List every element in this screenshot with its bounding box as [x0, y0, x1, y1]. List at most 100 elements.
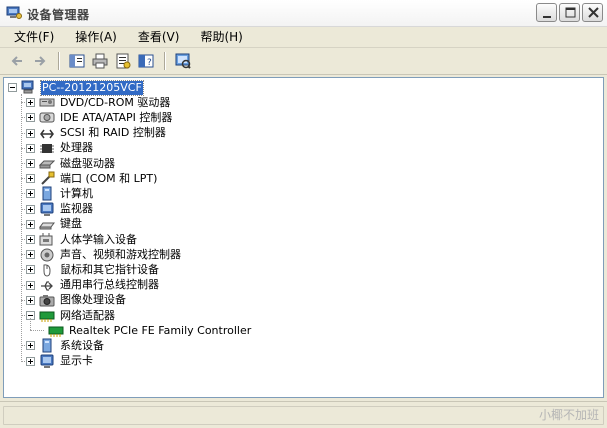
network-card-icon [48, 323, 64, 338]
tree-item-label: 系统设备 [60, 338, 104, 352]
expand-toggle[interactable] [26, 265, 35, 275]
menu-help[interactable]: 帮助(H) [194, 28, 248, 46]
tree-item-processor[interactable]: 处理器 [26, 141, 94, 156]
menu-view[interactable]: 查看(V) [132, 28, 186, 46]
close-button[interactable] [582, 3, 603, 22]
expand-toggle[interactable] [26, 356, 35, 366]
tree-item-ide-controller[interactable]: IDE ATA/ATAPI 控制器 [26, 110, 173, 125]
tree-item-scsi-controller[interactable]: SCSI 和 RAID 控制器 [26, 126, 167, 141]
tree-item-label: SCSI 和 RAID 控制器 [60, 126, 166, 140]
status-pane [3, 406, 604, 425]
computer-root-icon [21, 80, 37, 95]
tree-item-port[interactable]: 端口 (COM 和 LPT) [26, 171, 158, 186]
expand-toggle[interactable] [26, 250, 35, 260]
minimize-button[interactable] [536, 3, 557, 22]
tree-item-network-card[interactable]: Realtek PCIe FE Family Controller [48, 323, 252, 338]
sound-icon [39, 247, 55, 262]
show-hide-tree-icon [69, 54, 85, 68]
scsi-controller-icon [39, 126, 55, 141]
tree-item-label: 键盘 [60, 217, 82, 231]
hid-icon [39, 232, 55, 247]
help-icon: ? [138, 54, 154, 68]
device-manager-window: 设备管理器 文件(F) 操作(A) 查看(V) 帮助(H) ? PC--2012… [0, 0, 607, 428]
tree-item-label: 鼠标和其它指针设备 [60, 262, 159, 276]
tree-item-imaging[interactable]: 图像处理设备 [26, 293, 127, 308]
tree-item-label: 通用串行总线控制器 [60, 278, 159, 292]
back-button[interactable] [6, 50, 28, 72]
forward-icon [35, 56, 46, 66]
tree-connector-line [30, 318, 31, 331]
expand-toggle[interactable] [26, 341, 35, 351]
device-tree[interactable]: PC--20121205VCF DVD/CD-ROM 驱动器 IDE ATA/ATA… [3, 77, 604, 398]
expand-toggle[interactable] [26, 174, 35, 184]
expand-toggle[interactable] [26, 280, 35, 290]
scan-hardware-icon [175, 53, 191, 69]
status-bar: 小椰不加班 [0, 401, 607, 428]
tree-item-network-adapter[interactable]: 网络适配器 [26, 308, 116, 323]
title-bar[interactable]: 设备管理器 [0, 0, 607, 27]
back-icon [11, 56, 22, 66]
expand-toggle[interactable] [26, 204, 35, 214]
computer-icon [39, 186, 55, 201]
help-button[interactable]: ? [135, 50, 157, 72]
tree-item-computer[interactable]: 计算机 [26, 186, 94, 201]
keyboard-icon [39, 217, 55, 232]
tree-item-monitor[interactable]: 监视器 [26, 202, 94, 217]
mouse-icon [39, 262, 55, 277]
tree-item-system-device[interactable]: 系统设备 [26, 338, 105, 353]
tree-item-label: 声音、视频和游戏控制器 [60, 247, 181, 261]
tree-item-mouse[interactable]: 鼠标和其它指针设备 [26, 262, 160, 277]
properties-icon [116, 53, 131, 69]
expand-toggle[interactable] [26, 113, 35, 123]
maximize-icon [565, 7, 576, 18]
expand-toggle[interactable] [26, 219, 35, 229]
tree-item-label: 网络适配器 [60, 308, 115, 322]
tree-item-label: 人体学输入设备 [60, 232, 137, 246]
toolbar-separator [164, 52, 166, 70]
tree-item-keyboard[interactable]: 键盘 [26, 217, 83, 232]
tree-item-disk-drive[interactable]: 磁盘驱动器 [26, 156, 116, 171]
tree-item-sound[interactable]: 声音、视频和游戏控制器 [26, 247, 182, 262]
tree-item-label: 计算机 [60, 186, 93, 200]
tree-connector-branch [30, 330, 44, 332]
scan-hardware-button[interactable] [172, 50, 194, 72]
tree-root-computer[interactable]: PC--20121205VCF [8, 79, 144, 96]
print-button[interactable] [89, 50, 111, 72]
expand-toggle[interactable] [26, 295, 35, 305]
tree-item-label: 显示卡 [60, 354, 93, 368]
tree-item-label: 图像处理设备 [60, 293, 126, 307]
maximize-button[interactable] [559, 3, 580, 22]
menu-action[interactable]: 操作(A) [69, 28, 123, 46]
collapse-toggle[interactable] [8, 83, 17, 92]
expand-toggle[interactable] [26, 143, 35, 153]
forward-button[interactable] [29, 50, 51, 72]
tree-item-dvd-drive[interactable]: DVD/CD-ROM 驱动器 [26, 95, 171, 110]
close-icon [588, 7, 599, 18]
toolbar: ? [0, 48, 607, 75]
tree-item-label: 监视器 [60, 202, 93, 216]
tree-item-label: 端口 (COM 和 LPT) [60, 171, 158, 185]
expand-toggle[interactable] [26, 235, 35, 244]
tree-item-display-adapter[interactable]: 显示卡 [26, 354, 94, 369]
port-icon [39, 171, 55, 186]
expand-toggle[interactable] [26, 159, 35, 168]
processor-icon [39, 141, 55, 156]
menu-file[interactable]: 文件(F) [8, 28, 60, 46]
watermark: 小椰不加班 [538, 408, 599, 422]
expand-toggle[interactable] [26, 189, 35, 199]
expand-toggle[interactable] [26, 98, 35, 108]
tree-item-label: IDE ATA/ATAPI 控制器 [60, 110, 173, 124]
usb-icon [39, 278, 55, 293]
display-adapter-icon [39, 354, 55, 369]
tree-item-label: 处理器 [60, 141, 93, 155]
print-icon [92, 53, 108, 69]
tree-connector-line [21, 94, 22, 362]
svg-text:?: ? [147, 58, 152, 68]
properties-button[interactable] [112, 50, 134, 72]
menu-bar: 文件(F) 操作(A) 查看(V) 帮助(H) [0, 27, 607, 48]
show-hide-tree-button[interactable] [66, 50, 88, 72]
tree-item-label: 磁盘驱动器 [60, 156, 115, 170]
tree-item-usb[interactable]: 通用串行总线控制器 [26, 278, 160, 293]
tree-item-hid[interactable]: 人体学输入设备 [26, 232, 138, 247]
expand-toggle[interactable] [26, 128, 35, 138]
